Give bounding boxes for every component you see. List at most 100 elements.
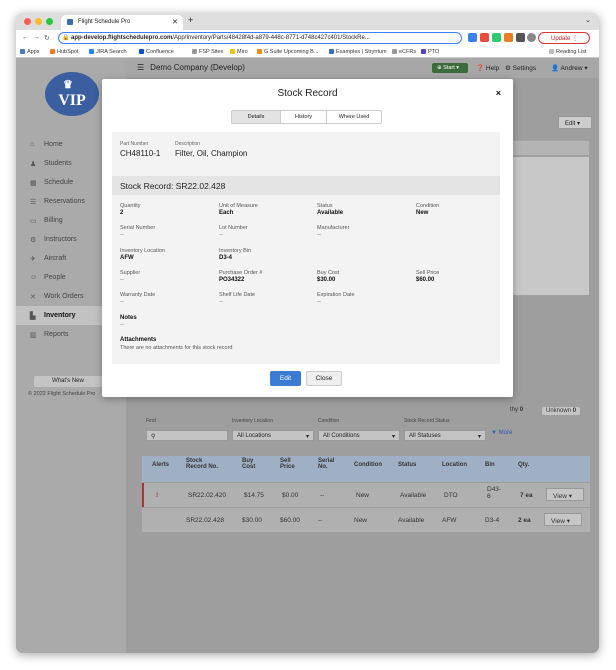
tab-details[interactable]: Details xyxy=(232,111,280,123)
field-label: Expiration Date xyxy=(317,292,355,298)
tab-bar: Flight Schedule Pro ✕ + ⌄ xyxy=(16,13,599,30)
more-filters-link[interactable]: ▼ More xyxy=(491,430,512,436)
reading-list[interactable]: Reading List xyxy=(549,49,587,55)
bin-cell: D43-6 xyxy=(487,486,502,500)
field-label: Shelf Life Date xyxy=(219,292,256,298)
reload-icon[interactable]: ↻ xyxy=(44,34,50,42)
field-label: Status xyxy=(317,203,333,209)
part-edit-button[interactable]: Edit ▾ xyxy=(558,116,592,129)
browser-tab[interactable]: Flight Schedule Pro ✕ xyxy=(61,15,183,30)
extension-icon[interactable] xyxy=(492,33,501,42)
view-button[interactable]: View ▾ xyxy=(546,488,584,501)
bookmark-ecfrs[interactable]: eCFRs xyxy=(392,49,416,55)
sidebar-item-label: Inventory xyxy=(44,312,76,319)
status-count-thy[interactable]: thy 0 xyxy=(510,407,523,413)
extension-icon[interactable] xyxy=(504,33,513,42)
logo-text: VIP xyxy=(58,92,86,109)
shelf-life-value: -- xyxy=(219,299,223,305)
status-count-label: thy xyxy=(510,407,519,413)
tab-history[interactable]: History xyxy=(280,111,326,123)
buy-cell: $30.00 xyxy=(242,517,262,524)
view-button[interactable]: View ▾ xyxy=(544,513,582,526)
quantity-value: 2 xyxy=(120,210,124,216)
column-header[interactable]: Bin xyxy=(485,462,495,468)
close-icon[interactable]: × xyxy=(496,88,501,98)
close-tab-icon[interactable]: ✕ xyxy=(172,18,178,26)
buy-cell: $14.75 xyxy=(244,492,264,499)
forward-icon[interactable]: → xyxy=(33,34,40,41)
lock-icon: 🔒 xyxy=(62,35,70,41)
extension-icon[interactable] xyxy=(480,33,489,42)
po-value: PO34322 xyxy=(219,277,245,283)
column-header[interactable]: Status xyxy=(398,462,416,468)
bookmark-apps[interactable]: Apps xyxy=(20,49,40,55)
status-count-unknown[interactable]: Unknown 0 xyxy=(542,407,581,415)
close-window-icon[interactable] xyxy=(24,18,31,25)
back-icon[interactable]: ← xyxy=(22,34,29,41)
attachments-value: There are no attachments for this stock … xyxy=(120,345,233,351)
status-value: Available xyxy=(317,210,344,216)
field-label: Inventory Bin xyxy=(219,248,252,254)
sidebar-item-label: Reservations xyxy=(44,198,85,205)
column-header[interactable]: Qty. xyxy=(518,462,529,468)
column-header[interactable]: Condition xyxy=(354,462,382,468)
condition-filter[interactable]: All Conditions ▾ xyxy=(318,430,400,441)
field-label: Sell Price xyxy=(416,270,440,276)
table-row[interactable]: ! SR22.02.420 $14.75 $0.00 -- New Availa… xyxy=(142,483,590,507)
settings-link[interactable]: ⚙ Settings xyxy=(505,64,536,72)
maximize-window-icon[interactable] xyxy=(46,18,53,25)
inventory-icon: ▙ xyxy=(30,313,36,320)
start-button[interactable]: ⊕ Start ▾ xyxy=(432,63,468,73)
extension-icon[interactable] xyxy=(516,33,525,42)
record-cell: SR22.02.428 xyxy=(186,517,224,524)
bookmark-fsp-sites[interactable]: FSP Sites xyxy=(192,49,223,55)
top-bar: ☰ Demo Company (Develop) ⊕ Start ▾ ❓ Help… xyxy=(126,58,599,78)
notes-label: Notes xyxy=(120,315,137,321)
column-header[interactable]: Buy Cost xyxy=(242,458,262,470)
help-link[interactable]: ❓ Help xyxy=(476,64,499,72)
user-menu[interactable]: 👤 Andrew ▾ xyxy=(551,64,588,72)
tab-search-icon[interactable]: ⌄ xyxy=(585,16,591,24)
close-button[interactable]: Close xyxy=(306,371,342,386)
new-tab-icon[interactable]: + xyxy=(188,15,193,25)
warranty-value: -- xyxy=(120,299,124,305)
profile-icon[interactable] xyxy=(527,33,536,42)
column-header[interactable]: Stock Record No. xyxy=(186,458,224,470)
status-filter[interactable]: All Statuses ▾ xyxy=(404,430,486,441)
bookmark-confluence[interactable]: Confluence xyxy=(139,49,174,55)
minimize-window-icon[interactable] xyxy=(35,18,42,25)
sell-cell: $0.00 xyxy=(282,492,299,499)
bookmark-miro[interactable]: Miro xyxy=(230,49,248,55)
column-header[interactable]: Alerts xyxy=(152,462,169,468)
condition-value: New xyxy=(416,210,429,216)
location-filter-label: Inventory Location xyxy=(232,418,273,424)
more-label: More xyxy=(498,430,513,436)
whats-new-label: What's New xyxy=(52,378,84,384)
location-cell: AFW xyxy=(442,517,457,524)
bookmark-gsuite[interactable]: G Suite Upcoming B... xyxy=(257,49,318,55)
edit-button[interactable]: Edit xyxy=(270,371,301,386)
condition-cell: New xyxy=(354,517,368,524)
url-field[interactable]: 🔒 app-develop.flightschedulepro.com/App/… xyxy=(58,32,462,44)
table-row[interactable]: SR22.02.428 $30.00 $60.00 -- New Availab… xyxy=(142,508,590,532)
lot-value: -- xyxy=(219,232,223,238)
bookmark-hubspot[interactable]: HubSpot xyxy=(50,49,78,55)
column-header[interactable]: Location xyxy=(442,462,467,468)
field-label: Quantity xyxy=(120,203,141,209)
tab-where-used[interactable]: Where Used xyxy=(326,111,381,123)
update-button[interactable]: Update ⋮ xyxy=(538,32,590,44)
column-header[interactable]: Sell Price xyxy=(280,458,300,470)
column-header[interactable]: Serial No. xyxy=(318,458,344,470)
bookmark-examples[interactable]: Examples | Stryntum xyxy=(329,49,387,55)
company-name[interactable]: ☰ Demo Company (Develop) xyxy=(137,63,251,72)
menu-icon[interactable]: ☰ xyxy=(137,63,144,72)
location-filter[interactable]: All Locations ▾ xyxy=(232,430,314,441)
bookmark-jira[interactable]: JIRA Search xyxy=(89,49,127,55)
find-input[interactable]: ⚲ xyxy=(146,430,228,441)
extension-icon[interactable] xyxy=(468,33,477,42)
vip-logo[interactable]: ♛ VIP xyxy=(45,72,99,116)
supplier-value: -- xyxy=(120,277,124,283)
notes-value: -- xyxy=(120,322,124,328)
bookmark-pto[interactable]: PTO xyxy=(421,49,439,55)
sidebar-item-label: Schedule xyxy=(44,179,74,186)
